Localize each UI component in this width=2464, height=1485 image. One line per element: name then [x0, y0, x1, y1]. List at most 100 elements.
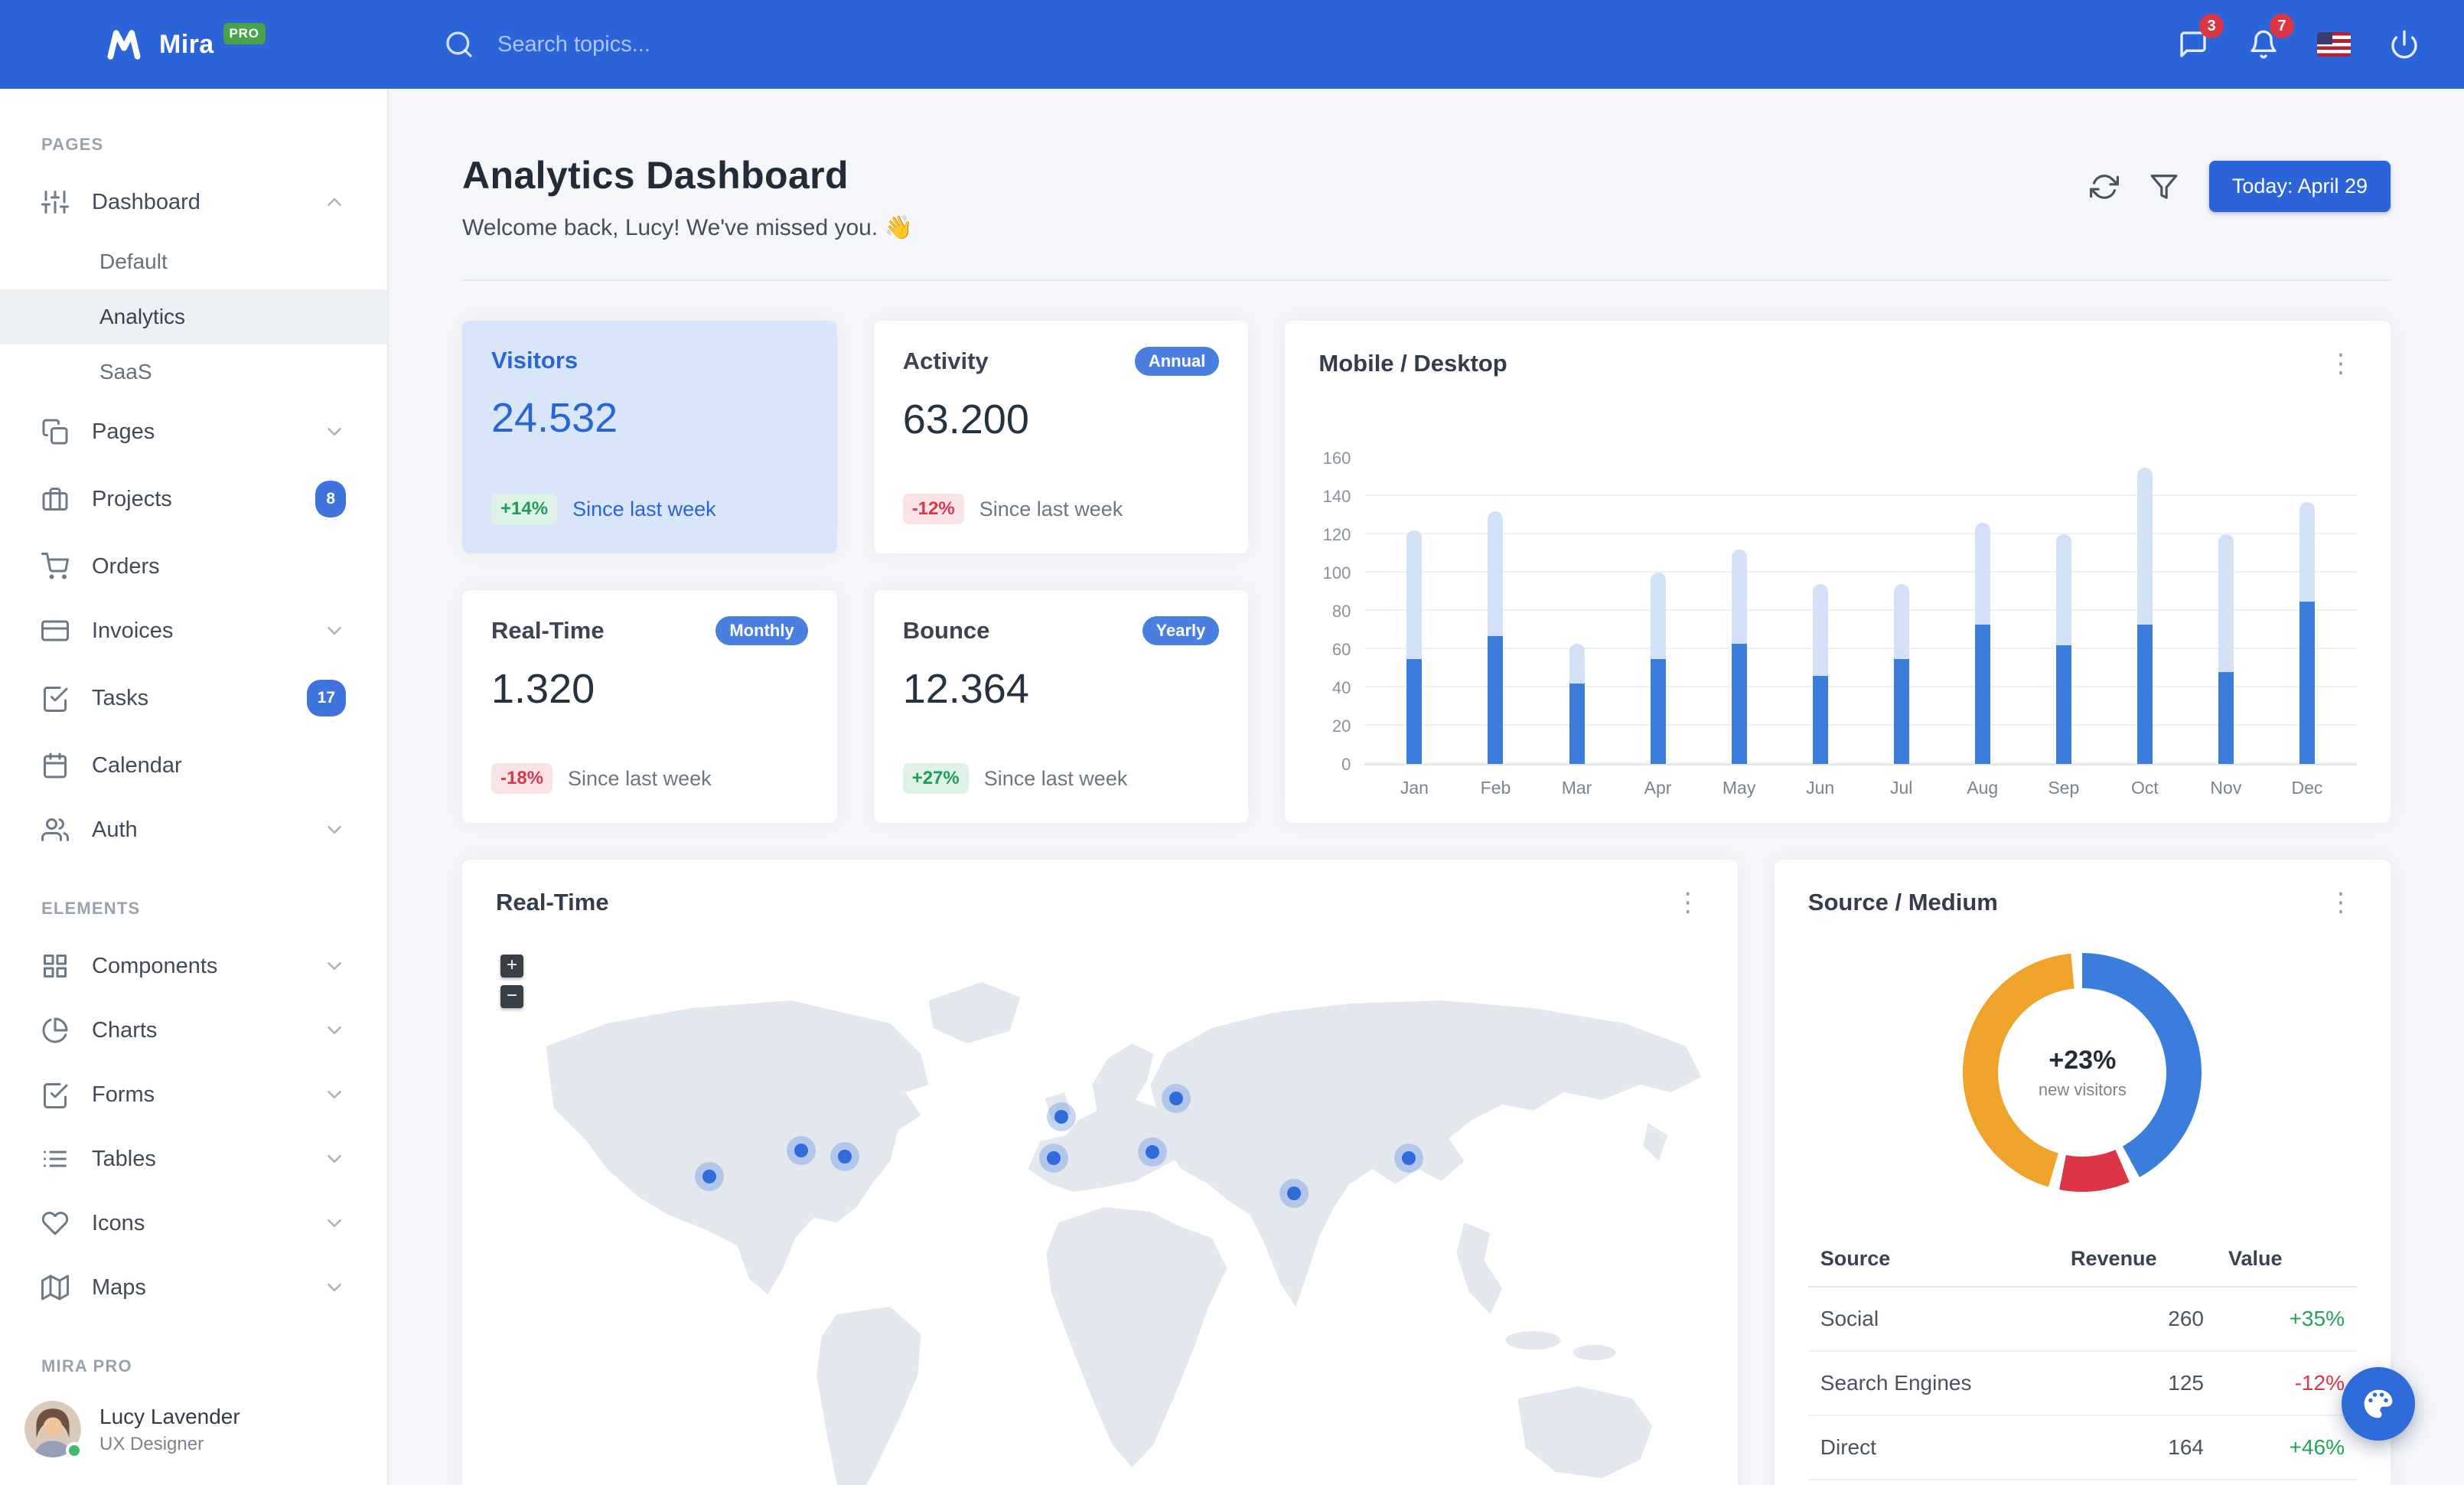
- bar-nov[interactable]: [2218, 534, 2234, 764]
- chevron-down-icon: [323, 1019, 346, 1042]
- sidebar-item-forms[interactable]: Forms: [0, 1062, 387, 1127]
- sidebar-item-charts[interactable]: Charts: [0, 998, 387, 1062]
- cell-revenue: 125: [2058, 1351, 2216, 1416]
- y-tick-label: 40: [1331, 678, 1351, 697]
- map-marker[interactable]: [1169, 1092, 1184, 1105]
- bar-jul[interactable]: [1893, 584, 1909, 764]
- world-map-graphic: [546, 982, 1702, 1485]
- sidebar-item-label: Components: [92, 954, 218, 978]
- map-marker[interactable]: [1047, 1151, 1061, 1165]
- bar-jan[interactable]: [1406, 530, 1423, 764]
- chevron-down-icon: [323, 1083, 346, 1106]
- bar-aug[interactable]: [1974, 523, 1990, 764]
- brand[interactable]: Mira PRO: [0, 23, 389, 64]
- map-zoom-out-button[interactable]: −: [500, 985, 523, 1008]
- sidebar-item-icons[interactable]: Icons: [0, 1191, 387, 1255]
- stat-card-bounce: Bounce Yearly 12.364 +27% Since last wee…: [873, 590, 1249, 823]
- cell-value: +35%: [2215, 1287, 2357, 1352]
- sidebar-item-orders[interactable]: Orders: [0, 534, 387, 599]
- sidebar-subitem-default[interactable]: Default: [0, 234, 387, 289]
- bar-sep[interactable]: [2055, 534, 2071, 764]
- bar-apr[interactable]: [1650, 573, 1666, 764]
- map-marker[interactable]: [1145, 1145, 1159, 1159]
- y-tick-label: 0: [1341, 755, 1351, 774]
- copy-icon: [41, 418, 69, 445]
- filter-button[interactable]: [2149, 172, 2179, 201]
- sidebar-item-auth[interactable]: Auth: [0, 798, 387, 862]
- period-badge: Annual: [1134, 347, 1220, 376]
- map-marker[interactable]: [794, 1144, 809, 1157]
- app-root: Mira PRO 3 7: [0, 0, 2464, 1485]
- notifications-count-badge: 7: [2270, 14, 2294, 38]
- bar-jun[interactable]: [1812, 584, 1828, 764]
- stat-title: Bounce: [902, 617, 990, 644]
- sidebar-item-projects[interactable]: Projects 8: [0, 464, 387, 534]
- stat-note: Since last week: [572, 497, 716, 521]
- messages-button[interactable]: 3: [2158, 0, 2228, 89]
- bar-dec[interactable]: [2299, 501, 2315, 764]
- more-vertical-icon[interactable]: ⋮: [2325, 889, 2357, 915]
- real-time-map-card: Real-Time ⋮ + −: [462, 860, 1738, 1485]
- sidebar-item-invoices[interactable]: Invoices: [0, 599, 387, 663]
- map-marker[interactable]: [702, 1170, 717, 1183]
- more-vertical-icon[interactable]: ⋮: [2325, 351, 2357, 377]
- sidebar-item-label: Invoices: [92, 618, 174, 643]
- notifications-button[interactable]: 7: [2228, 0, 2299, 89]
- theme-customizer-button[interactable]: [2342, 1367, 2415, 1441]
- users-icon: [41, 816, 69, 844]
- bar-plot: [1364, 459, 2357, 765]
- y-tick-label: 140: [1322, 487, 1351, 506]
- map-marker[interactable]: [1401, 1151, 1416, 1165]
- sidebar-item-components[interactable]: Components: [0, 934, 387, 998]
- table-header-source: Source: [1807, 1232, 2059, 1288]
- sliders-icon: [41, 188, 69, 216]
- sidebar-item-maps[interactable]: Maps: [0, 1255, 387, 1320]
- date-range-button[interactable]: Today: April 29: [2208, 161, 2391, 212]
- sidebar-item-tables[interactable]: Tables: [0, 1127, 387, 1191]
- language-button[interactable]: [2299, 0, 2369, 89]
- sidebar-item-pages[interactable]: Pages: [0, 400, 387, 464]
- sidebar-subitem-analytics[interactable]: Analytics: [0, 289, 387, 344]
- bar-feb[interactable]: [1488, 511, 1504, 764]
- online-status-dot: [66, 1442, 83, 1459]
- map-zoom-in-button[interactable]: +: [500, 955, 523, 977]
- sidebar-item-tasks[interactable]: Tasks 17: [0, 663, 387, 733]
- y-axis-labels: 0 20 40 60 80 100 120 140 160: [1318, 449, 1364, 774]
- chevron-down-icon: [323, 420, 346, 443]
- period-badge: Monthly: [715, 616, 808, 645]
- stat-card-real-time: Real-Time Monthly 1.320 -18% Since last …: [462, 590, 837, 823]
- map-marker[interactable]: [1286, 1186, 1301, 1200]
- sidebar-item-label: Icons: [92, 1211, 145, 1235]
- source-medium-card: Source / Medium ⋮ +23% new visitors Sour…: [1774, 860, 2391, 1485]
- sidebar-nav: PAGES Dashboard Default Analytics SaaS Pages P…: [0, 89, 387, 1379]
- power-icon: [2389, 29, 2420, 60]
- map-marker[interactable]: [1054, 1110, 1069, 1124]
- sidebar-item-dashboard[interactable]: Dashboard: [0, 170, 387, 234]
- main-content: Analytics Dashboard Welcome back, Lucy! …: [389, 89, 2464, 1485]
- heart-icon: [41, 1209, 69, 1237]
- sidebar-user[interactable]: Lucy Lavender UX Designer: [0, 1379, 387, 1485]
- cell-value: -12%: [2215, 1351, 2357, 1416]
- sidebar-item-label: Tasks: [92, 686, 149, 710]
- sidebar-item-calendar[interactable]: Calendar: [0, 733, 387, 798]
- palette-icon: [2361, 1387, 2395, 1421]
- bar-may[interactable]: [1731, 550, 1747, 764]
- map-marker[interactable]: [838, 1150, 852, 1164]
- card-title: Real-Time: [496, 889, 609, 915]
- world-map[interactable]: + −: [462, 939, 1738, 1485]
- bar-oct[interactable]: [2136, 467, 2153, 764]
- search-input[interactable]: [494, 30, 862, 59]
- bar-mar[interactable]: [1569, 643, 1585, 764]
- logout-button[interactable]: [2369, 0, 2440, 89]
- sidebar-subitem-saas[interactable]: SaaS: [0, 344, 387, 400]
- table-row: Direct 164 +46%: [1807, 1415, 2357, 1480]
- more-vertical-icon[interactable]: ⋮: [1672, 889, 1704, 915]
- chevron-down-icon: [323, 1147, 346, 1170]
- table-header-revenue: Revenue: [2058, 1232, 2216, 1288]
- refresh-button[interactable]: [2089, 172, 2119, 201]
- stat-card-activity: Activity Annual 63.200 -12% Since last w…: [873, 321, 1249, 553]
- chevron-down-icon: [323, 955, 346, 977]
- map-icon: [41, 1274, 69, 1301]
- chevron-down-icon: [323, 1276, 346, 1299]
- chevron-up-icon: [323, 191, 346, 214]
